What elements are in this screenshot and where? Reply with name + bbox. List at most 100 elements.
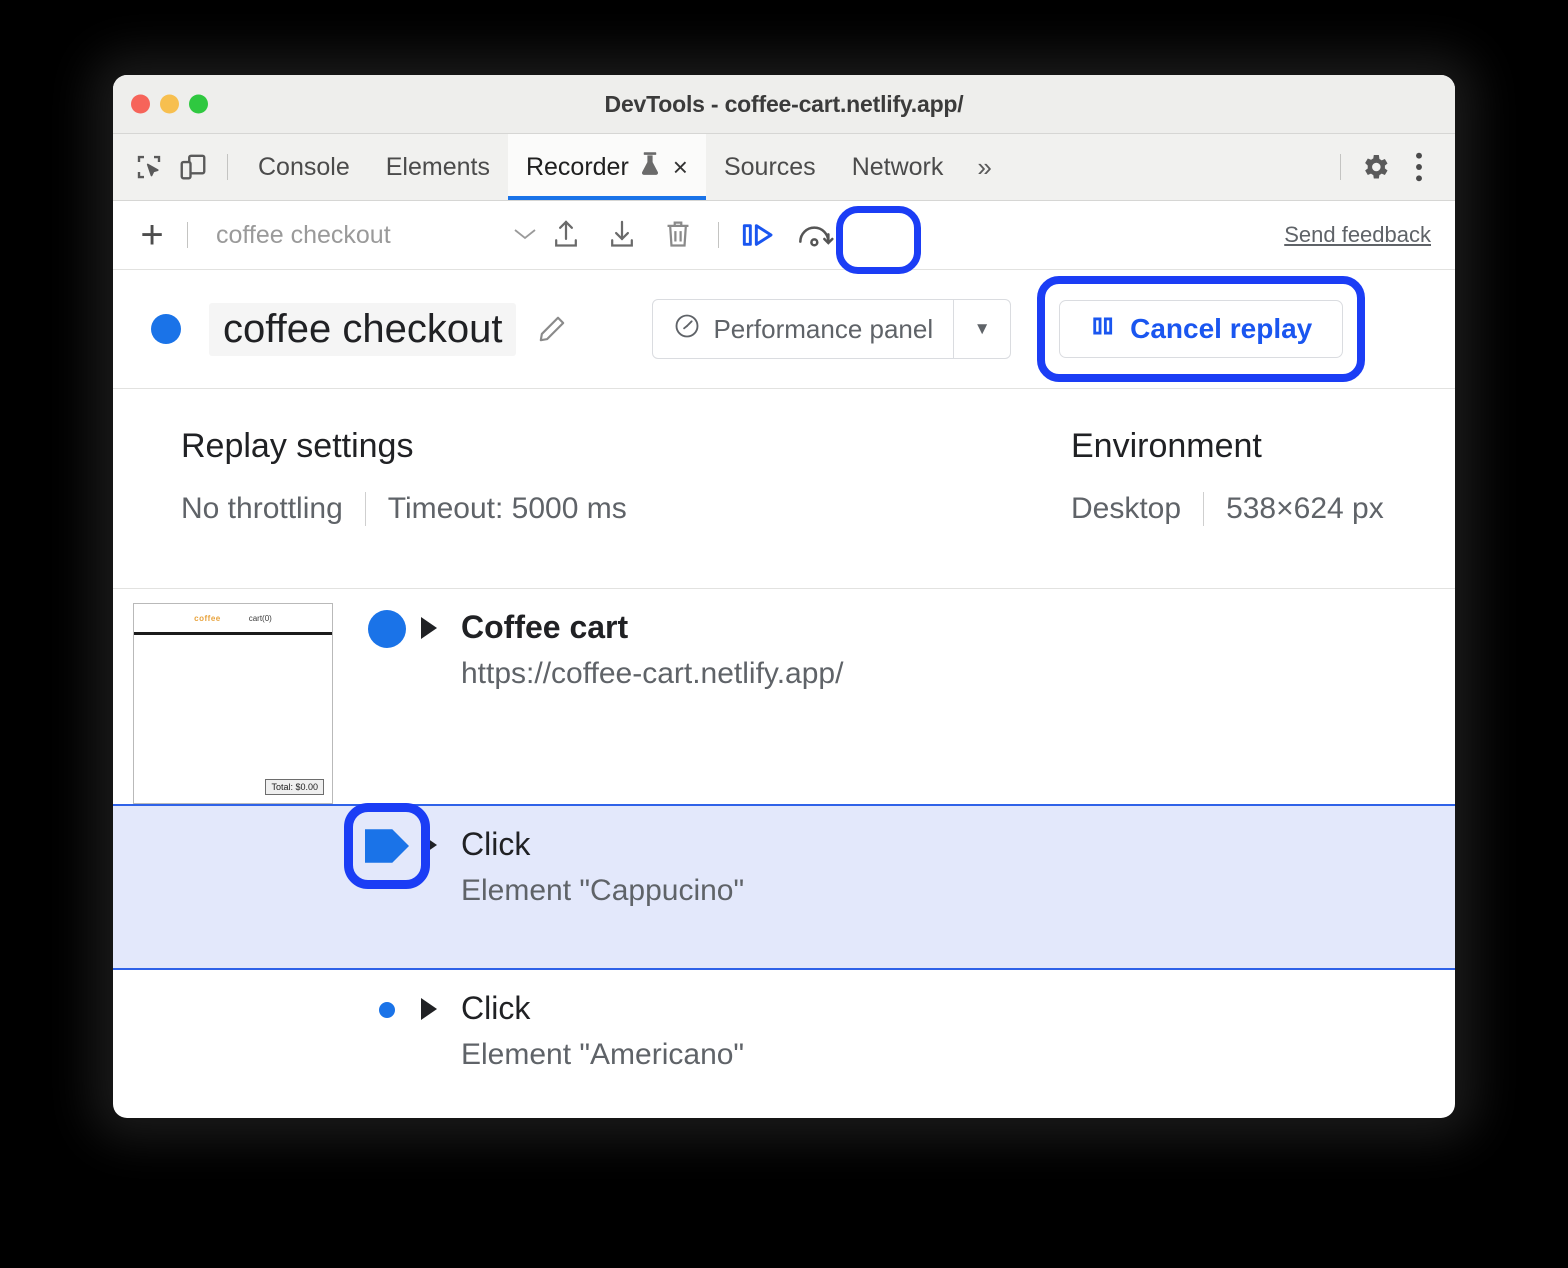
cancel-replay-button[interactable]: Cancel replay (1059, 300, 1343, 358)
export-icon[interactable] (538, 211, 594, 259)
devtools-window: DevTools - coffee-cart.netlify.app/ Cons… (113, 75, 1455, 1118)
replay-settings-group: Replay settings No throttling Timeout: 5… (181, 427, 1071, 588)
timeout-value[interactable]: Timeout: 5000 ms (388, 492, 627, 526)
page-thumbnail: coffee cart(0) Total: $0.00 (133, 603, 333, 804)
tab-console[interactable]: Console (240, 134, 368, 200)
step-row[interactable]: Click Element "Americano" (113, 970, 1455, 1100)
thumbnail-brand: coffee (194, 614, 221, 623)
settings-summary: Replay settings No throttling Timeout: 5… (113, 389, 1455, 589)
recorder-steps-list: coffee cart(0) Total: $0.00 (113, 589, 1455, 1100)
step-subtitle: https://coffee-cart.netlify.app/ (461, 655, 843, 693)
step-screenshot-cell: coffee cart(0) Total: $0.00 (113, 589, 353, 804)
flask-icon (639, 151, 661, 184)
toolbar-divider (227, 154, 228, 180)
throttling-value[interactable]: No throttling (181, 492, 343, 526)
tab-label: Sources (724, 153, 816, 182)
step-content: Click Element "Cappucino" (421, 806, 744, 910)
tab-label: Elements (386, 153, 490, 182)
device-value: Desktop (1071, 492, 1181, 526)
pencil-icon[interactable] (536, 313, 568, 345)
window-title-bar: DevTools - coffee-cart.netlify.app/ (113, 75, 1455, 134)
replay-target-label-wrap: Performance panel (653, 300, 953, 358)
step-subtitle: Element "Americano" (461, 1036, 744, 1074)
tab-recorder[interactable]: Recorder × (508, 134, 706, 200)
tab-label: Console (258, 153, 350, 182)
timeline-marker-pending (368, 991, 406, 1029)
inspect-element-icon[interactable] (127, 145, 171, 189)
tab-network[interactable]: Network (834, 134, 962, 200)
thumbnail-total-button: Total: $0.00 (265, 779, 324, 795)
tab-elements[interactable]: Elements (368, 134, 508, 200)
step-title: Coffee cart (461, 607, 843, 647)
recording-title[interactable]: coffee checkout (209, 303, 516, 356)
tab-label: Network (852, 153, 944, 182)
performance-gauge-icon (673, 312, 701, 347)
step-text: Coffee cart https://coffee-cart.netlify.… (461, 607, 843, 693)
thumbnail-body: Total: $0.00 (134, 635, 332, 803)
recording-selector-value: coffee checkout (216, 221, 391, 250)
step-text: Click Element "Americano" (461, 988, 744, 1074)
add-recording-button[interactable]: + (129, 215, 175, 255)
send-feedback-link[interactable]: Send feedback (1284, 222, 1439, 248)
replay-target-select[interactable]: Performance panel ▼ (652, 299, 1011, 359)
expand-caret-icon[interactable] (421, 998, 437, 1020)
minimize-button[interactable] (160, 95, 179, 114)
expand-caret-icon[interactable] (421, 834, 437, 856)
step-subtitle: Element "Cappucino" (461, 872, 744, 910)
pending-step-marker-icon (368, 991, 406, 1029)
step-content: Coffee cart https://coffee-cart.netlify.… (421, 589, 843, 693)
environment-values: Desktop 538×624 px (1071, 492, 1384, 526)
settings-gear-icon[interactable] (1353, 145, 1397, 189)
pause-icon (1090, 313, 1116, 346)
replay-settings-values: No throttling Timeout: 5000 ms (181, 492, 1071, 526)
replay-settings-heading: Replay settings (181, 427, 1071, 466)
recording-header: coffee checkout Performance panel (113, 270, 1455, 389)
tab-label: Recorder (526, 153, 629, 182)
value-divider (365, 492, 366, 526)
value-divider (1203, 492, 1204, 526)
circle-marker-icon (368, 610, 406, 648)
expand-caret-icon[interactable] (421, 617, 437, 639)
timeline-marker-start (368, 610, 406, 648)
devtools-tab-strip: Console Elements Recorder × Sources Ne (113, 134, 1455, 201)
recording-selector[interactable]: coffee checkout (200, 221, 538, 250)
cancel-replay-wrapper: Cancel replay (1059, 300, 1343, 358)
close-button[interactable] (131, 95, 150, 114)
chevron-down-icon[interactable]: ▼ (954, 300, 1010, 358)
close-icon[interactable]: × (673, 154, 688, 180)
step-row[interactable]: coffee cart(0) Total: $0.00 (113, 589, 1455, 804)
environment-group: Environment Desktop 538×624 px (1071, 427, 1384, 588)
step-title: Click (461, 824, 744, 864)
current-step-marker-icon (365, 824, 409, 868)
window-title: DevTools - coffee-cart.netlify.app/ (113, 91, 1455, 118)
cancel-replay-label: Cancel replay (1130, 313, 1312, 345)
step-text: Click Element "Cappucino" (461, 824, 744, 910)
step-replay-icon[interactable] (731, 211, 787, 259)
recorder-toolbar: + coffee checkout (113, 201, 1455, 270)
more-tabs-icon[interactable]: » (961, 152, 1007, 183)
more-options-icon[interactable] (1397, 145, 1441, 189)
step-row[interactable]: Click Element "Cappucino" (113, 804, 1455, 970)
replay-target-value: Performance panel (713, 314, 933, 345)
traffic-light-buttons (131, 95, 208, 114)
screenshot-root: DevTools - coffee-cart.netlify.app/ Cons… (0, 0, 1568, 1268)
device-toolbar-icon[interactable] (171, 145, 215, 189)
viewport-value: 538×624 px (1226, 492, 1384, 526)
recording-status-indicator (151, 314, 181, 344)
tab-sources[interactable]: Sources (706, 134, 834, 200)
thumbnail-header: coffee cart(0) (134, 604, 332, 635)
thumbnail-nav: cart(0) (249, 614, 272, 623)
measure-performance-icon[interactable] (787, 211, 843, 259)
chevron-down-icon (512, 225, 538, 246)
environment-heading: Environment (1071, 427, 1384, 466)
delete-icon[interactable] (650, 211, 706, 259)
zoom-button[interactable] (189, 95, 208, 114)
timeline-marker-current (365, 824, 409, 868)
import-icon[interactable] (594, 211, 650, 259)
step-title: Click (461, 988, 744, 1028)
step-content: Click Element "Americano" (421, 970, 744, 1074)
tabstrip-right-actions (1328, 145, 1441, 189)
toolbar-divider (718, 222, 719, 248)
toolbar-divider (1340, 154, 1341, 180)
toolbar-divider (187, 222, 188, 248)
